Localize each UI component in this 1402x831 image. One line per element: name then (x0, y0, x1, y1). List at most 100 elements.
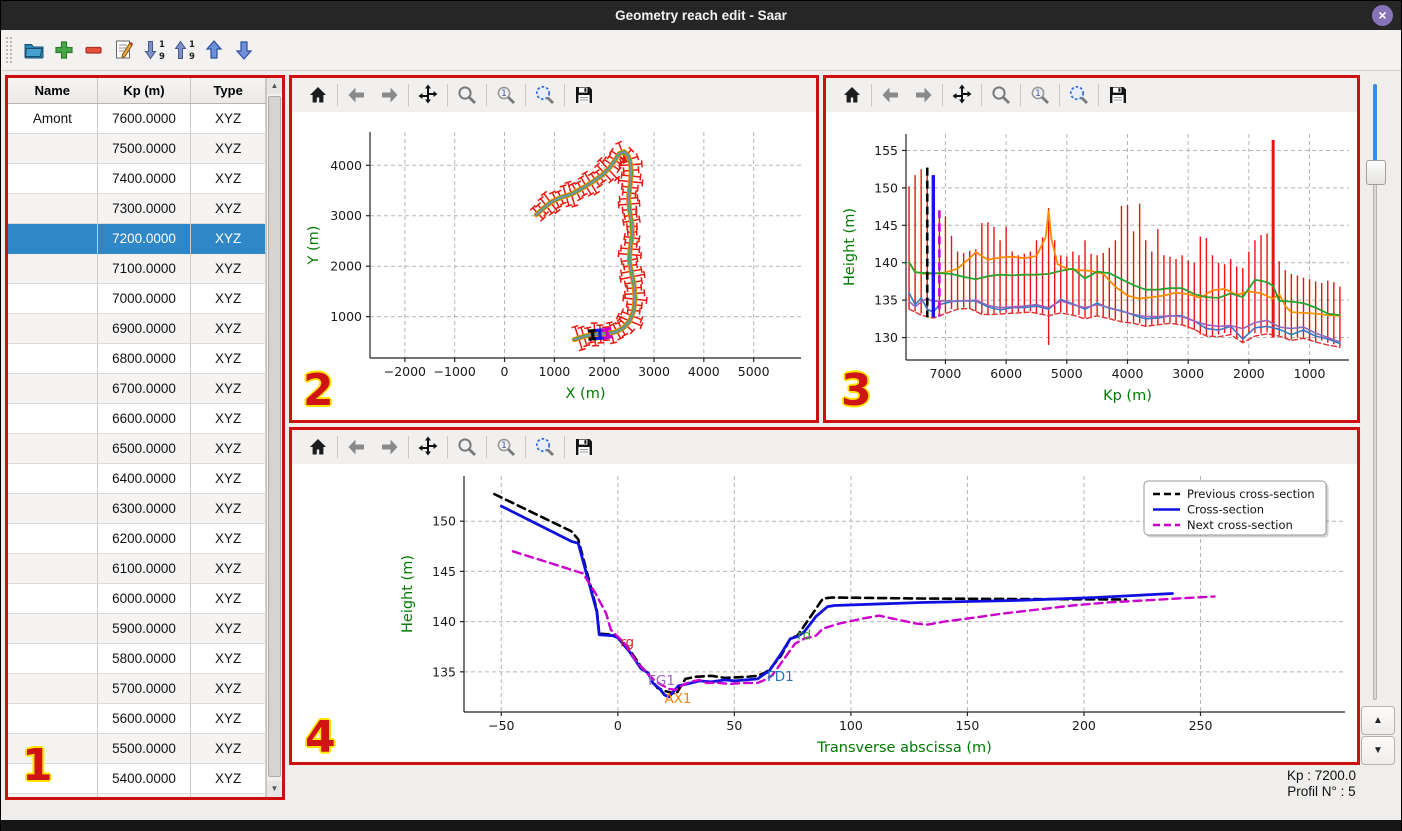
cell-name[interactable] (8, 284, 98, 314)
cell-name[interactable] (8, 194, 98, 224)
cell-kp[interactable]: 6100.0000 (97, 554, 192, 584)
table-row[interactable]: 6100.0000 XYZ (8, 554, 266, 584)
cell-type[interactable]: XYZ (191, 494, 266, 524)
mpl-zoom-fit-button[interactable] (529, 433, 561, 461)
mpl-save-button[interactable] (568, 81, 600, 109)
cell-kp[interactable]: 7500.0000 (97, 134, 192, 164)
cell-name[interactable] (8, 674, 98, 704)
toolbar-grip[interactable] (5, 36, 13, 64)
cell-name[interactable] (8, 254, 98, 284)
cell-type[interactable]: XYZ (191, 194, 266, 224)
table-row[interactable]: 6300.0000 XYZ (8, 494, 266, 524)
table-row[interactable]: 7200.0000 XYZ (8, 224, 266, 254)
mpl-home-button[interactable] (836, 81, 868, 109)
mpl-pan-button[interactable] (946, 81, 978, 109)
mpl-home-button[interactable] (302, 433, 334, 461)
cell-type[interactable]: XYZ (191, 764, 266, 794)
mpl-zoom-button[interactable] (451, 433, 483, 461)
cell-name[interactable] (8, 404, 98, 434)
table-row[interactable]: 7500.0000 XYZ (8, 134, 266, 164)
cell-name[interactable] (8, 644, 98, 674)
cell-kp[interactable]: 6500.0000 (97, 434, 192, 464)
remove-button[interactable] (79, 35, 109, 65)
cell-kp[interactable]: 6800.0000 (97, 344, 192, 374)
cell-type[interactable]: XYZ (191, 374, 266, 404)
cell-kp[interactable]: 7000.0000 (97, 284, 192, 314)
table-row[interactable]: 6400.0000 XYZ (8, 464, 266, 494)
add-button[interactable] (49, 35, 79, 65)
cell-type[interactable]: XYZ (191, 344, 266, 374)
mpl-zoom-fit-button[interactable] (529, 81, 561, 109)
mpl-home-button[interactable] (302, 81, 334, 109)
mpl-save-button[interactable] (1102, 81, 1134, 109)
cell-name[interactable] (8, 434, 98, 464)
cell-type[interactable]: XYZ (191, 134, 266, 164)
cell-type[interactable]: XYZ (191, 254, 266, 284)
table-row[interactable]: 5600.0000 XYZ (8, 704, 266, 734)
table-row[interactable]: 6600.0000 XYZ (8, 404, 266, 434)
cell-name[interactable] (8, 224, 98, 254)
table-row[interactable]: 6200.0000 XYZ (8, 524, 266, 554)
cell-kp[interactable]: 7200.0000 (97, 224, 192, 254)
mpl-pan-button[interactable] (412, 433, 444, 461)
move-down-button[interactable] (229, 35, 259, 65)
cell-name[interactable] (8, 524, 98, 554)
table-row[interactable]: 7300.0000 XYZ (8, 194, 266, 224)
cell-kp[interactable]: 5500.0000 (97, 734, 192, 764)
cell-type[interactable]: XYZ (191, 434, 266, 464)
mpl-zoom-fit-button[interactable] (1063, 81, 1095, 109)
table-scrollbar[interactable]: ▲ ▼ (266, 78, 282, 797)
cell-name[interactable] (8, 344, 98, 374)
move-up-button[interactable] (199, 35, 229, 65)
cell-kp[interactable] (98, 794, 192, 797)
cell-type[interactable]: XYZ (191, 284, 266, 314)
table-row[interactable]: 5900.0000 XYZ (8, 614, 266, 644)
cell-kp[interactable]: 6000.0000 (97, 584, 192, 614)
cell-type[interactable]: XYZ (191, 524, 266, 554)
cell-kp[interactable]: 7100.0000 (97, 254, 192, 284)
cell-kp[interactable]: 6300.0000 (97, 494, 192, 524)
cell-name[interactable] (8, 584, 98, 614)
cell-type[interactable]: XYZ (191, 674, 266, 704)
table-row[interactable]: 7100.0000 XYZ (8, 254, 266, 284)
cell-name[interactable] (8, 614, 98, 644)
profile-slider[interactable] (1366, 84, 1386, 700)
longitudinal-profile-plot[interactable]: 7000 6000 5000 4000 3000 2000 1000 130 135 140 145… (826, 112, 1357, 420)
cell-name[interactable] (8, 464, 98, 494)
scroll-down-button[interactable]: ▼ (267, 781, 282, 797)
scrollbar-track[interactable] (267, 94, 282, 781)
open-button[interactable] (19, 35, 49, 65)
table-row[interactable]: Amont 7600.0000 XYZ (8, 104, 266, 134)
cell-kp[interactable]: 6900.0000 (97, 314, 192, 344)
mpl-save-button[interactable] (568, 433, 600, 461)
edit-button[interactable] (109, 35, 139, 65)
mpl-zoom-button[interactable] (451, 81, 483, 109)
table-row[interactable]: 7000.0000 XYZ (8, 284, 266, 314)
cell-kp[interactable]: 5800.0000 (97, 644, 192, 674)
mpl-zoom-region-button[interactable]: 1 (1024, 81, 1056, 109)
mpl-zoom-region-button[interactable]: 1 (490, 433, 522, 461)
cell-type[interactable]: XYZ (191, 704, 266, 734)
cell-type[interactable]: XYZ (191, 104, 266, 134)
mpl-zoom-region-button[interactable]: 1 (490, 81, 522, 109)
mpl-back-button[interactable] (341, 81, 373, 109)
cell-type[interactable]: XYZ (191, 584, 266, 614)
cell-name[interactable] (8, 164, 98, 194)
cell-type[interactable]: XYZ (191, 224, 266, 254)
profile-down-button[interactable]: ▼ (1361, 736, 1395, 765)
cell-kp[interactable]: 5400.0000 (97, 764, 192, 794)
table-row[interactable]: 6500.0000 XYZ (8, 434, 266, 464)
cell-kp[interactable]: 7600.0000 (97, 104, 192, 134)
cell-kp[interactable]: 6200.0000 (97, 524, 192, 554)
table-row[interactable] (8, 794, 266, 797)
column-header-kp[interactable]: Kp (m) (98, 78, 192, 103)
table-row[interactable]: 5700.0000 XYZ (8, 674, 266, 704)
cell-type[interactable]: XYZ (191, 554, 266, 584)
cell-name[interactable] (8, 494, 98, 524)
cell-type[interactable]: XYZ (191, 644, 266, 674)
plan-view-plot[interactable]: −2000 −1000 0 1000 2000 3000 4000 5000 1000 2000 3… (292, 112, 816, 420)
column-header-name[interactable]: Name (8, 78, 98, 103)
cell-name[interactable] (8, 314, 98, 344)
cell-type[interactable]: XYZ (191, 464, 266, 494)
cell-type[interactable]: XYZ (191, 734, 266, 764)
